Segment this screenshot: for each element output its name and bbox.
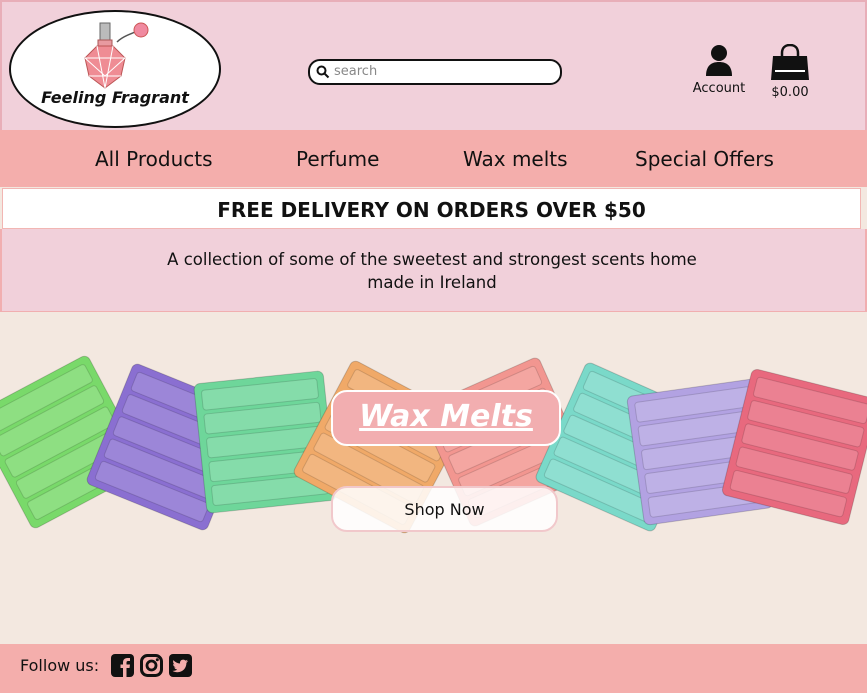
instagram-icon[interactable] (140, 654, 163, 677)
facebook-icon[interactable] (111, 654, 134, 677)
main-nav: All Products Perfume Wax melts Special O… (0, 130, 867, 187)
cart-total: $0.00 (771, 85, 809, 100)
logo-text: Feeling Fragrant (41, 88, 189, 107)
follow-label: Follow us: (20, 656, 100, 675)
twitter-icon[interactable] (169, 654, 192, 677)
search-bar[interactable] (308, 59, 562, 85)
shop-now-button[interactable]: Shop Now (331, 486, 558, 532)
perfume-bottle-icon (84, 22, 149, 89)
user-icon (706, 45, 732, 76)
site-logo[interactable]: Feeling Fragrant (9, 10, 221, 128)
account-label: Account (692, 81, 746, 96)
nav-item-all-products[interactable]: All Products (95, 147, 213, 171)
hero-title-link[interactable]: Wax Melts (331, 390, 561, 446)
tagline-section: A collection of some of the sweetest and… (0, 229, 867, 313)
site-footer: Follow us: (0, 644, 867, 693)
delivery-banner: FREE DELIVERY ON ORDERS OVER $50 (2, 188, 861, 229)
wax-melts-image (0, 355, 867, 534)
search-icon (316, 65, 330, 79)
tagline-text: A collection of some of the sweetest and… (167, 250, 697, 292)
shopping-bag-icon (771, 43, 809, 80)
delivery-banner-text: FREE DELIVERY ON ORDERS OVER $50 (217, 198, 646, 222)
hero-title: Wax Melts (359, 399, 533, 434)
nav-item-special-offers[interactable]: Special Offers (635, 147, 774, 171)
cart-link[interactable]: $0.00 (766, 43, 814, 100)
search-input[interactable] (334, 62, 549, 80)
hero-section: Wax Melts Shop Now (0, 312, 867, 644)
nav-item-wax-melts[interactable]: Wax melts (463, 147, 568, 171)
site-header: Feeling Fragrant Account $0.00 (0, 0, 867, 130)
nav-item-perfume[interactable]: Perfume (296, 147, 379, 171)
account-link[interactable]: Account (688, 44, 750, 96)
